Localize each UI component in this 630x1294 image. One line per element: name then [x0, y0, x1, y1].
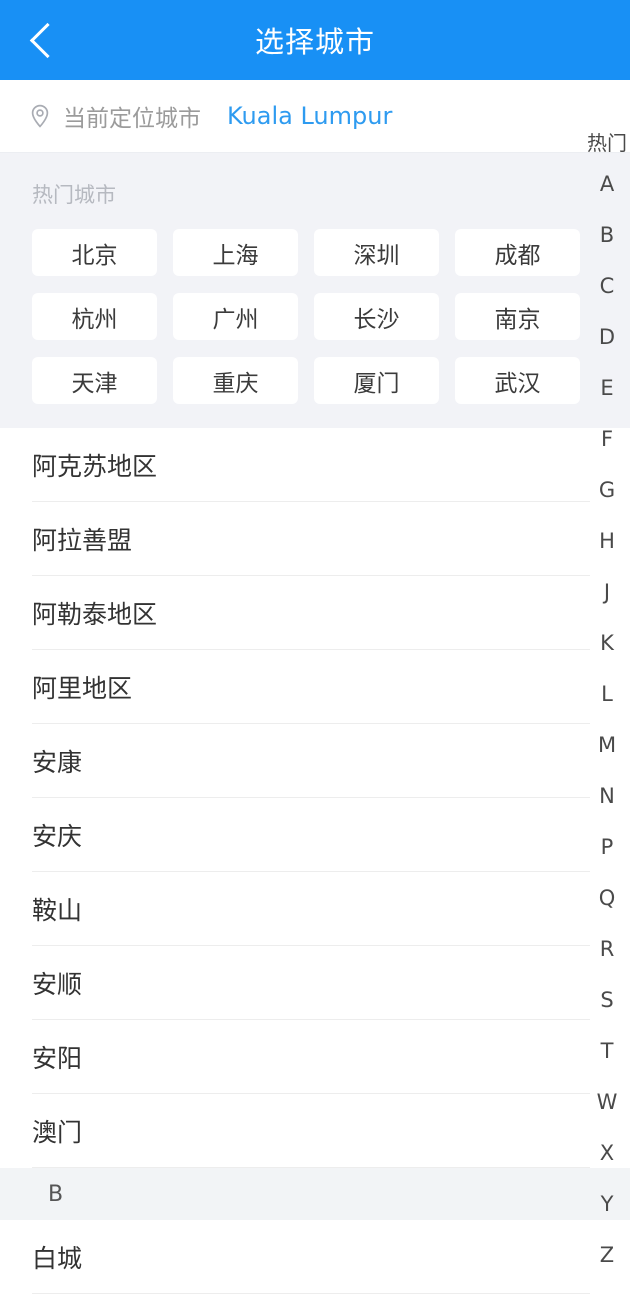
app-header: 选择城市	[0, 0, 630, 80]
hot-city-chip[interactable]: 广州	[173, 293, 298, 340]
chevron-left-icon	[29, 22, 65, 58]
index-item-J[interactable]: J	[584, 566, 630, 617]
index-item-Y[interactable]: Y	[584, 1178, 630, 1229]
index-item-K[interactable]: K	[584, 617, 630, 668]
index-item-L[interactable]: L	[584, 668, 630, 719]
hot-city-chip[interactable]: 南京	[455, 293, 580, 340]
index-item-G[interactable]: G	[584, 464, 630, 515]
hot-city-chip[interactable]: 杭州	[32, 293, 157, 340]
city-list-item[interactable]: 阿里地区	[0, 650, 630, 724]
city-list-item[interactable]: 阿勒泰地区	[0, 576, 630, 650]
index-item-S[interactable]: S	[584, 974, 630, 1025]
city-list-item[interactable]: 鞍山	[0, 872, 630, 946]
index-item-Z[interactable]: Z	[584, 1229, 630, 1280]
hot-cities-grid: 北京 上海 深圳 成都杭州 广州 长沙 南京天津 重庆 厦门 武汉	[0, 229, 630, 404]
hot-city-chip[interactable]: 北京	[32, 229, 157, 276]
hot-cities-section: 热门城市 北京 上海 深圳 成都杭州 广州 长沙 南京天津 重庆 厦门 武汉	[0, 152, 630, 428]
index-item-B[interactable]: B	[584, 209, 630, 260]
index-item-R[interactable]: R	[584, 923, 630, 974]
city-list-item[interactable]: 安康	[0, 724, 630, 798]
index-item-E[interactable]: E	[584, 362, 630, 413]
hot-city-chip[interactable]: 成都	[455, 229, 580, 276]
city-list-item[interactable]: 安庆	[0, 798, 630, 872]
city-list-item[interactable]: 白城	[0, 1220, 630, 1294]
back-button[interactable]	[4, 0, 84, 80]
current-location-label: 当前定位城市	[63, 106, 201, 132]
city-list-item[interactable]: 澳门	[0, 1094, 630, 1168]
index-item-A[interactable]: A	[584, 158, 630, 209]
hot-city-chip[interactable]: 天津	[32, 357, 157, 404]
hot-cities-title: 热门城市	[32, 183, 116, 207]
index-item-C[interactable]: C	[584, 260, 630, 311]
index-item-热门[interactable]: 热门	[584, 124, 630, 158]
hot-city-chip[interactable]: 深圳	[314, 229, 439, 276]
index-item-P[interactable]: P	[584, 821, 630, 872]
index-item-M[interactable]: M	[584, 719, 630, 770]
index-item-W[interactable]: W	[584, 1076, 630, 1127]
index-item-H[interactable]: H	[584, 515, 630, 566]
alphabet-index-bar[interactable]: 热门 A B C D E F G H J K L M N P Q R S T W X Y Z	[584, 80, 630, 1280]
city-list-item[interactable]: 安阳	[0, 1020, 630, 1094]
index-item-Q[interactable]: Q	[584, 872, 630, 923]
hot-city-chip[interactable]: 上海	[173, 229, 298, 276]
index-item-T[interactable]: T	[584, 1025, 630, 1076]
index-item-X[interactable]: X	[584, 1127, 630, 1178]
hot-city-chip[interactable]: 厦门	[314, 357, 439, 404]
city-list-item[interactable]: 阿拉善盟	[0, 502, 630, 576]
city-list: 阿克苏地区 阿拉善盟 阿勒泰地区 阿里地区 安康 安庆 鞍山 安顺 安阳 澳门 B 白城	[0, 428, 630, 1294]
city-list-item[interactable]: 阿克苏地区	[0, 428, 630, 502]
index-item-F[interactable]: F	[584, 413, 630, 464]
index-item-N[interactable]: N	[584, 770, 630, 821]
hot-city-chip[interactable]: 长沙	[314, 293, 439, 340]
city-section-header: B	[0, 1168, 630, 1220]
location-pin-icon	[30, 104, 50, 128]
city-list-item[interactable]: 安顺	[0, 946, 630, 1020]
page-title: 选择城市	[254, 25, 375, 59]
hot-city-chip[interactable]: 武汉	[455, 357, 580, 404]
hot-city-chip[interactable]: 重庆	[173, 357, 298, 404]
current-location-row[interactable]: 当前定位城市 Kuala Lumpur	[0, 80, 630, 152]
current-location-value[interactable]: Kuala Lumpur	[227, 102, 392, 130]
index-item-D[interactable]: D	[584, 311, 630, 362]
